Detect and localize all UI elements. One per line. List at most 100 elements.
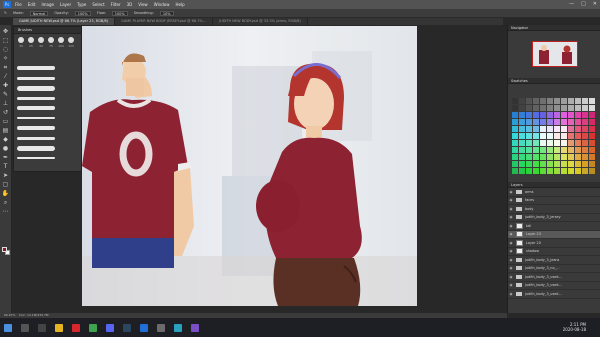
menu-3d[interactable]: 3D [127,2,133,7]
layer-row[interactable]: ◉ Layer 23 [508,230,600,239]
color-swatch[interactable] [582,161,588,167]
menu-select[interactable]: Select [92,2,104,7]
color-swatch[interactable] [582,112,588,118]
brush-item[interactable] [17,123,79,133]
color-swatch[interactable] [512,133,518,139]
color-swatch[interactable] [526,112,532,118]
color-swatch[interactable] [575,161,581,167]
color-swatch[interactable] [575,168,581,174]
color-swatch[interactable] [519,133,525,139]
color-swatch[interactable] [540,112,546,118]
color-swatch[interactable] [554,140,560,146]
color-swatch[interactable] [568,161,574,167]
layer-row[interactable]: ◉ arms [508,188,600,197]
zoom-tool-icon[interactable]: ⌕ [2,199,10,206]
color-swatch[interactable] [589,119,595,125]
layer-row[interactable]: ◉ judith_body_3_no_... [508,265,600,273]
visibility-eye-icon[interactable]: ◉ [508,266,514,270]
blur-tool-icon[interactable]: ◆ [2,136,10,143]
color-swatch[interactable] [540,105,546,111]
color-swatch[interactable] [554,154,560,160]
chrome-icon[interactable] [89,323,97,332]
color-swatch[interactable] [526,105,532,111]
color-swatch[interactable] [568,119,574,125]
color-swatch[interactable] [547,140,553,146]
color-swatch[interactable] [519,112,525,118]
zoom-level[interactable]: 66.67% [4,313,15,317]
color-swatch[interactable] [533,154,539,160]
color-swatch[interactable] [589,126,595,132]
menu-filter[interactable]: Filter [111,2,121,7]
color-swatch[interactable] [582,133,588,139]
color-swatch[interactable] [561,154,567,160]
color-swatch[interactable] [547,105,553,111]
color-swatch[interactable] [582,119,588,125]
color-swatch[interactable] [589,105,595,111]
color-swatch[interactable] [561,126,567,132]
color-swatch[interactable] [540,147,546,153]
more-tools-icon[interactable]: ⋯ [2,208,10,215]
color-swatch[interactable] [533,147,539,153]
color-swatch[interactable] [512,126,518,132]
color-swatch[interactable] [547,168,553,174]
visibility-eye-icon[interactable]: ◉ [508,224,514,228]
color-swatch[interactable] [554,119,560,125]
gradient-tool-icon[interactable]: ▤ [2,127,10,134]
color-swatch[interactable] [512,112,518,118]
brush-tool-icon[interactable]: ✎ [2,91,10,98]
color-swatch[interactable] [526,119,532,125]
color-swatch[interactable] [512,161,518,167]
layer-row[interactable]: ◉ judith_body_3_jersey [508,214,600,222]
layer-row[interactable]: ◉ Layer 20 [508,239,600,248]
color-swatch[interactable] [589,133,595,139]
color-swatch[interactable] [554,168,560,174]
healing-tool-icon[interactable]: ✚ [2,82,10,89]
color-swatch[interactable] [512,147,518,153]
history-brush-icon[interactable]: ↺ [2,109,10,116]
eraser-tool-icon[interactable]: ▭ [2,118,10,125]
color-swatch[interactable] [554,133,560,139]
menu-file[interactable]: File [15,2,22,7]
color-swatch[interactable] [540,119,546,125]
brush-preset[interactable] [68,37,74,43]
layer-row[interactable]: ◉ judith_body_3_jeans [508,256,600,265]
menu-window[interactable]: Window [154,2,170,7]
menu-edit[interactable]: Edit [28,2,36,7]
color-swatch[interactable] [568,112,574,118]
color-swatch[interactable] [533,161,539,167]
system-tray-clock[interactable]: 2:11 PM 2020-08-18 [563,322,586,332]
color-swatch[interactable] [568,154,574,160]
dodge-tool-icon[interactable]: ● [2,145,10,152]
steam-icon[interactable] [123,323,131,332]
color-swatch[interactable] [540,98,546,104]
opacity-field[interactable]: 100% [74,10,91,16]
visibility-eye-icon[interactable]: ◉ [508,283,514,287]
color-swatch[interactable] [512,119,518,125]
color-swatch[interactable] [540,161,546,167]
color-swatch[interactable] [540,140,546,146]
color-swatch[interactable] [582,147,588,153]
color-swatch[interactable] [519,140,525,146]
brush-item[interactable] [17,103,79,113]
app-icon[interactable] [157,323,165,332]
color-swatch[interactable] [561,112,567,118]
shape-tool-icon[interactable]: ▢ [2,181,10,188]
eyedropper-tool-icon[interactable]: ⁄ [2,73,10,80]
close-button[interactable]: ✕ [593,1,597,7]
color-swatch[interactable] [575,112,581,118]
color-swatch[interactable] [575,154,581,160]
color-swatch[interactable] [547,119,553,125]
color-swatch[interactable] [533,98,539,104]
color-swatch[interactable] [519,147,525,153]
color-swatch[interactable] [589,161,595,167]
color-swatch[interactable] [533,133,539,139]
color-swatch[interactable] [519,168,525,174]
visibility-eye-icon[interactable]: ◉ [508,198,514,202]
color-swatch[interactable] [519,119,525,125]
visibility-eye-icon[interactable]: ◉ [508,275,514,279]
color-swatch[interactable] [526,161,532,167]
menu-type[interactable]: Type [77,2,86,7]
discord-icon[interactable] [106,323,114,332]
photoshop-taskbar-icon[interactable] [140,323,148,332]
color-swatch[interactable] [540,168,546,174]
